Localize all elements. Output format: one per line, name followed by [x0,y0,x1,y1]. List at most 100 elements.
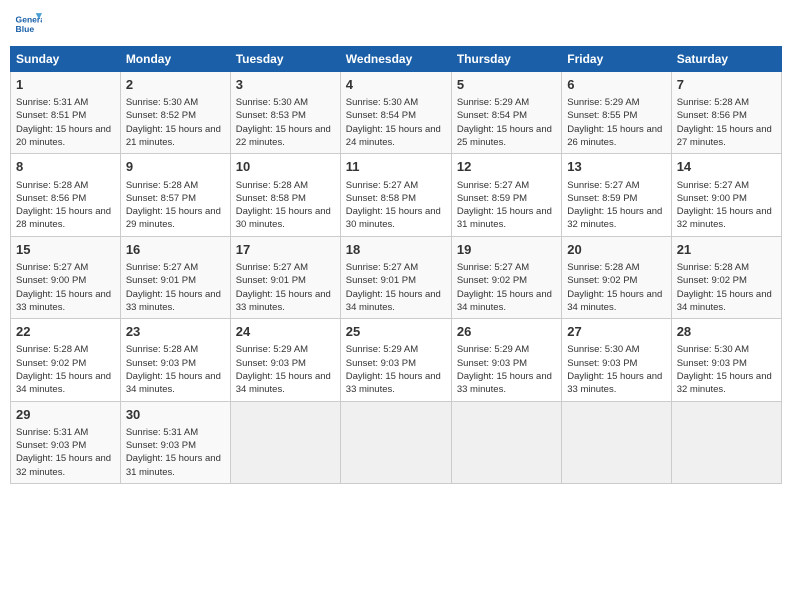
logo-icon: General Blue [14,10,42,38]
header-friday: Friday [562,47,671,72]
day-number: 7 [677,76,776,94]
day-detail: Sunrise: 5:27 AMSunset: 9:00 PMDaylight:… [16,261,115,314]
calendar-cell-3-6: 20Sunrise: 5:28 AMSunset: 9:02 PMDayligh… [562,236,671,318]
day-number: 21 [677,241,776,259]
day-detail: Sunrise: 5:29 AMSunset: 9:03 PMDaylight:… [236,343,335,396]
day-detail: Sunrise: 5:28 AMSunset: 8:58 PMDaylight:… [236,179,335,232]
day-number: 1 [16,76,115,94]
calendar-cell-5-3 [230,401,340,483]
calendar-cell-5-5 [451,401,561,483]
calendar-header-row: SundayMondayTuesdayWednesdayThursdayFrid… [11,47,782,72]
day-number: 4 [346,76,446,94]
header-sunday: Sunday [11,47,121,72]
header-tuesday: Tuesday [230,47,340,72]
day-detail: Sunrise: 5:29 AMSunset: 8:54 PMDaylight:… [457,96,556,149]
calendar-cell-2-5: 12 Sunrise: 5:27 AMSunset: 8:59 PMDayligh… [451,154,561,236]
day-number: 28 [677,323,776,341]
day-detail: Sunrise: 5:28 AMSunset: 9:02 PMDaylight:… [677,261,776,314]
day-detail: Sunrise: 5:27 AMSunset: 9:01 PMDaylight:… [236,261,335,314]
header-saturday: Saturday [671,47,781,72]
calendar-week-4: 22 Sunrise: 5:28 AMSunset: 9:02 PMDayligh… [11,319,782,401]
calendar-cell-1-5: 5 Sunrise: 5:29 AMSunset: 8:54 PMDaylight… [451,72,561,154]
day-number: 6 [567,76,665,94]
calendar-cell-4-1: 22 Sunrise: 5:28 AMSunset: 9:02 PMDayligh… [11,319,121,401]
day-detail: Sunrise: 5:27 AMSunset: 9:02 PMDaylight:… [457,261,556,314]
day-detail: Sunrise: 5:29 AMSunset: 9:03 PMDaylight:… [457,343,556,396]
calendar-cell-5-1: 29 Sunrise: 5:31 AMSunset: 9:03 PMDayligh… [11,401,121,483]
calendar-cell-5-7 [671,401,781,483]
page-header: General Blue [10,10,782,38]
logo: General Blue [14,10,42,38]
day-detail: Sunrise: 5:27 AMSunset: 8:58 PMDaylight:… [346,179,446,232]
calendar-cell-3-4: 18Sunrise: 5:27 AMSunset: 9:01 PMDayligh… [340,236,451,318]
calendar-cell-3-3: 17 Sunrise: 5:27 AMSunset: 9:01 PMDayligh… [230,236,340,318]
calendar-cell-4-3: 24 Sunrise: 5:29 AMSunset: 9:03 PMDayligh… [230,319,340,401]
day-number: 3 [236,76,335,94]
calendar-week-5: 29 Sunrise: 5:31 AMSunset: 9:03 PMDayligh… [11,401,782,483]
calendar-week-1: 1 Sunrise: 5:31 AMSunset: 8:51 PMDaylight… [11,72,782,154]
day-number: 16 [126,241,225,259]
day-number: 14 [677,158,776,176]
day-detail: Sunrise: 5:30 AMSunset: 8:52 PMDaylight:… [126,96,225,149]
day-number: 26 [457,323,556,341]
day-number: 19 [457,241,556,259]
calendar-cell-2-2: 9Sunrise: 5:28 AMSunset: 8:57 PMDaylight… [120,154,230,236]
calendar-cell-4-4: 25Sunrise: 5:29 AMSunset: 9:03 PMDayligh… [340,319,451,401]
day-detail: Sunrise: 5:31 AMSunset: 9:03 PMDaylight:… [126,426,225,479]
calendar-cell-1-4: 4 Sunrise: 5:30 AMSunset: 8:54 PMDaylight… [340,72,451,154]
day-number: 29 [16,406,115,424]
calendar-cell-5-2: 30 Sunrise: 5:31 AMSunset: 9:03 PMDayligh… [120,401,230,483]
day-number: 5 [457,76,556,94]
calendar-cell-2-1: 8 Sunrise: 5:28 AMSunset: 8:56 PMDaylight… [11,154,121,236]
header-thursday: Thursday [451,47,561,72]
day-detail: Sunrise: 5:31 AMSunset: 9:03 PMDaylight:… [16,426,115,479]
calendar-cell-1-7: 7Sunrise: 5:28 AMSunset: 8:56 PMDaylight… [671,72,781,154]
day-detail: Sunrise: 5:28 AMSunset: 8:57 PMDaylight:… [126,179,225,232]
day-number: 25 [346,323,446,341]
calendar-cell-5-4 [340,401,451,483]
day-number: 24 [236,323,335,341]
calendar-cell-1-2: 2Sunrise: 5:30 AMSunset: 8:52 PMDaylight… [120,72,230,154]
calendar-cell-2-3: 10 Sunrise: 5:28 AMSunset: 8:58 PMDayligh… [230,154,340,236]
day-detail: Sunrise: 5:27 AMSunset: 9:00 PMDaylight:… [677,179,776,232]
calendar-cell-4-6: 27 Sunrise: 5:30 AMSunset: 9:03 PMDayligh… [562,319,671,401]
day-detail: Sunrise: 5:28 AMSunset: 8:56 PMDaylight:… [16,179,115,232]
day-number: 22 [16,323,115,341]
calendar-cell-5-6 [562,401,671,483]
day-detail: Sunrise: 5:30 AMSunset: 9:03 PMDaylight:… [567,343,665,396]
day-detail: Sunrise: 5:28 AMSunset: 9:02 PMDaylight:… [16,343,115,396]
day-detail: Sunrise: 5:28 AMSunset: 9:02 PMDaylight:… [567,261,665,314]
day-detail: Sunrise: 5:27 AMSunset: 9:01 PMDaylight:… [346,261,446,314]
day-detail: Sunrise: 5:30 AMSunset: 8:54 PMDaylight:… [346,96,446,149]
day-number: 13 [567,158,665,176]
calendar-cell-1-3: 3 Sunrise: 5:30 AMSunset: 8:53 PMDaylight… [230,72,340,154]
calendar-table: SundayMondayTuesdayWednesdayThursdayFrid… [10,46,782,484]
calendar-cell-4-2: 23 Sunrise: 5:28 AMSunset: 9:03 PMDayligh… [120,319,230,401]
calendar-cell-3-5: 19 Sunrise: 5:27 AMSunset: 9:02 PMDayligh… [451,236,561,318]
day-detail: Sunrise: 5:28 AMSunset: 9:03 PMDaylight:… [126,343,225,396]
calendar-cell-3-7: 21 Sunrise: 5:28 AMSunset: 9:02 PMDayligh… [671,236,781,318]
day-detail: Sunrise: 5:30 AMSunset: 8:53 PMDaylight:… [236,96,335,149]
day-detail: Sunrise: 5:29 AMSunset: 8:55 PMDaylight:… [567,96,665,149]
day-number: 8 [16,158,115,176]
day-number: 17 [236,241,335,259]
calendar-cell-2-7: 14 Sunrise: 5:27 AMSunset: 9:00 PMDayligh… [671,154,781,236]
day-number: 30 [126,406,225,424]
day-number: 10 [236,158,335,176]
calendar-cell-3-2: 16Sunrise: 5:27 AMSunset: 9:01 PMDayligh… [120,236,230,318]
day-number: 12 [457,158,556,176]
calendar-cell-2-4: 11 Sunrise: 5:27 AMSunset: 8:58 PMDayligh… [340,154,451,236]
day-detail: Sunrise: 5:30 AMSunset: 9:03 PMDaylight:… [677,343,776,396]
day-number: 27 [567,323,665,341]
calendar-cell-4-7: 28 Sunrise: 5:30 AMSunset: 9:03 PMDayligh… [671,319,781,401]
day-number: 15 [16,241,115,259]
calendar-cell-4-5: 26 Sunrise: 5:29 AMSunset: 9:03 PMDayligh… [451,319,561,401]
day-detail: Sunrise: 5:31 AMSunset: 8:51 PMDaylight:… [16,96,115,149]
header-wednesday: Wednesday [340,47,451,72]
day-detail: Sunrise: 5:27 AMSunset: 8:59 PMDaylight:… [457,179,556,232]
day-number: 11 [346,158,446,176]
header-monday: Monday [120,47,230,72]
calendar-week-3: 15 Sunrise: 5:27 AMSunset: 9:00 PMDayligh… [11,236,782,318]
calendar-cell-2-6: 13Sunrise: 5:27 AMSunset: 8:59 PMDayligh… [562,154,671,236]
day-number: 23 [126,323,225,341]
